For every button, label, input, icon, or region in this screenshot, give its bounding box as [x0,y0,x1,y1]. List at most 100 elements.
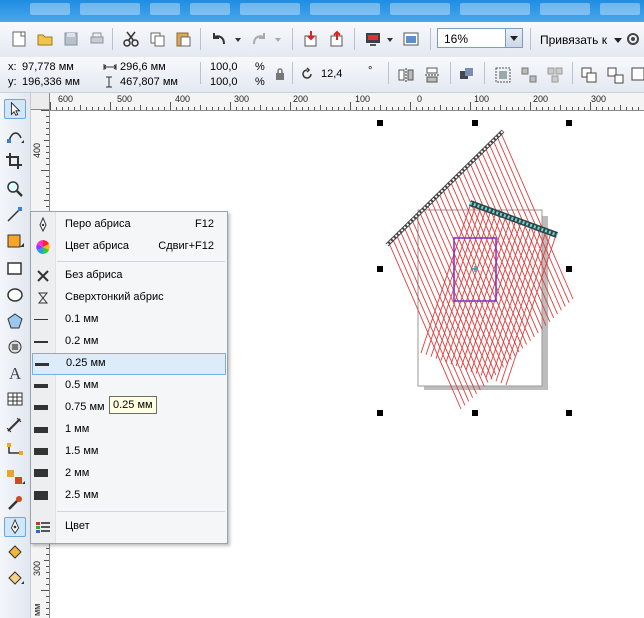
snap-to-button[interactable]: Привязать к [540,33,607,47]
dimension-tool-icon[interactable] [4,415,26,435]
undo-dropdown-icon[interactable] [234,30,242,48]
menu-item[interactable] [240,3,300,15]
menu-item-width-0-1[interactable]: 0.1 мм [32,309,226,331]
basic-shapes-tool-icon[interactable] [4,337,26,357]
export-icon[interactable] [328,30,346,48]
ruler-label: 300 [234,94,250,104]
new-document-icon[interactable] [10,30,28,48]
scale-height-field[interactable]: 100,0 [210,76,238,88]
menu-item-width-2-5[interactable]: 2.5 мм [32,485,226,507]
fill-tool-icon[interactable] [4,543,26,563]
ruler-label: 600 [58,94,74,104]
menu-item-width-1-5[interactable]: 1.5 мм [32,441,226,463]
width-icon [103,64,117,70]
line-width-icon [34,491,48,500]
blend-tool-icon[interactable] [4,467,26,487]
selection-handle[interactable] [377,266,383,272]
menu-item[interactable] [540,3,590,15]
pick-tool-icon[interactable] [4,99,26,119]
menu-item-color[interactable]: Цвет [32,516,226,538]
shape-tool-icon[interactable] [4,126,26,146]
application-launcher-icon[interactable] [364,30,382,48]
rotation-angle-field[interactable]: 12,4 [321,68,342,80]
menu-item-width-0-25[interactable]: 0.25 мм [32,353,226,375]
mirror-vertical-icon[interactable] [423,66,441,84]
table-tool-icon[interactable] [4,389,26,409]
group-icon[interactable] [494,66,512,84]
ungroup-all-icon[interactable] [546,66,564,84]
mirror-horizontal-icon[interactable] [397,66,415,84]
welcome-screen-icon[interactable] [402,30,420,48]
save-icon[interactable] [62,30,80,48]
toolbar-separator [572,62,573,84]
snap-to-dropdown-icon[interactable] [614,38,622,47]
open-folder-icon[interactable] [36,30,54,48]
smart-fill-tool-icon[interactable] [4,231,26,251]
menu-item-outline-color[interactable]: Цвет абриса Сдвиг+F12 [32,236,226,258]
paste-icon[interactable] [174,30,192,48]
arrange-icon[interactable] [458,66,476,84]
selection-handle[interactable] [566,120,572,126]
text-tool-icon[interactable]: A [4,363,26,383]
height-field[interactable]: 467,807 мм [120,76,178,88]
selection-handle[interactable] [566,410,572,416]
interactive-fill-tool-icon[interactable] [4,569,26,589]
break-apart-icon[interactable] [606,66,624,84]
zoom-tool-icon[interactable] [4,179,26,199]
lock-ratio-icon[interactable] [274,67,286,81]
y-position-field[interactable]: 196,336 мм [22,76,80,88]
menu-item-no-outline[interactable]: Без абриса [32,265,226,287]
rectangle-tool-icon[interactable] [4,259,26,279]
menu-item[interactable] [190,3,230,15]
menu-item[interactable] [80,3,140,15]
width-field[interactable]: 296,6 мм [120,61,166,73]
horizontal-ruler[interactable]: 600 500 400 300 200 100 0 100 200 300 [50,93,644,111]
menu-item-width-2[interactable]: 2 мм [32,463,226,485]
selection-handle[interactable] [472,120,478,126]
zoom-dropdown-button[interactable] [505,29,522,47]
launcher-dropdown-icon[interactable] [386,30,394,48]
copy-icon[interactable] [148,30,166,48]
menu-item-width-1[interactable]: 1 мм [32,419,226,441]
y-label: y: [8,76,17,88]
options-icon[interactable] [624,30,642,48]
scale-width-field[interactable]: 100,0 [210,61,238,73]
zoom-level-combo[interactable]: 16% [437,28,523,48]
menu-item[interactable] [150,3,180,15]
ruler-origin[interactable] [30,93,50,110]
menu-item-width-0-2[interactable]: 0.2 мм [32,331,226,353]
redo-dropdown-icon[interactable] [274,30,282,48]
menu-item[interactable] [30,3,70,15]
freehand-tool-icon[interactable] [4,205,26,225]
weld-icon[interactable] [630,66,644,84]
ellipse-tool-icon[interactable] [4,285,26,305]
selection-handle[interactable] [472,410,478,416]
crop-tool-icon[interactable] [4,151,26,171]
cut-icon[interactable] [122,30,140,48]
selection-handle[interactable] [377,410,383,416]
menu-item-label: Цвет абриса [65,240,130,252]
undo-icon[interactable] [210,30,228,48]
menu-item-width-0-5[interactable]: 0.5 мм [32,375,226,397]
menu-item-outline-pen[interactable]: Перо абриса F12 [32,214,226,236]
ruler-label: 200 [293,94,309,104]
menu-item-hairline[interactable]: Сверхтонкий абрис [32,287,226,309]
ungroup-icon[interactable] [520,66,538,84]
eyedropper-tool-icon[interactable] [4,493,26,513]
redo-icon[interactable] [250,30,268,48]
menu-item[interactable] [600,3,640,15]
x-position-field[interactable]: 97,778 мм [22,61,74,73]
ruler-label: 300 [32,560,42,576]
polygon-tool-icon[interactable] [4,311,26,331]
menu-item[interactable] [390,3,450,15]
combine-icon[interactable] [580,66,598,84]
connector-tool-icon[interactable] [4,441,26,461]
menu-item[interactable] [310,3,380,15]
selection-handle[interactable] [566,266,572,272]
print-icon[interactable] [88,30,106,48]
menu-item[interactable] [460,3,530,15]
svg-text:A: A [9,364,22,383]
selection-handle[interactable] [377,120,383,126]
import-icon[interactable] [302,30,320,48]
outline-pen-tool-icon[interactable] [4,517,26,537]
